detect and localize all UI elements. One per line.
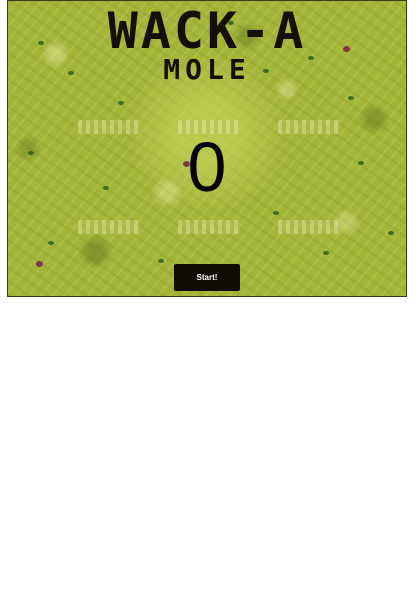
mole-hole-6[interactable] (278, 220, 340, 234)
title-line-2: MOLE (163, 53, 251, 86)
herb-speck (388, 231, 394, 235)
herb-speck (323, 251, 329, 255)
score-display: 0 (187, 128, 227, 206)
start-button[interactable]: Start! (174, 264, 240, 291)
herb-speck (273, 211, 279, 215)
mole-hole-5[interactable] (178, 220, 240, 234)
herb-speck (348, 96, 354, 100)
herb-speck (158, 259, 164, 263)
herb-speck (118, 101, 124, 105)
herb-speck (48, 241, 54, 245)
mole-hole-4[interactable] (78, 220, 140, 234)
game-board: WACK-A MOLE 0 (7, 0, 407, 297)
title-line-1: WACK-A (107, 2, 307, 60)
onion-speck (36, 261, 43, 267)
